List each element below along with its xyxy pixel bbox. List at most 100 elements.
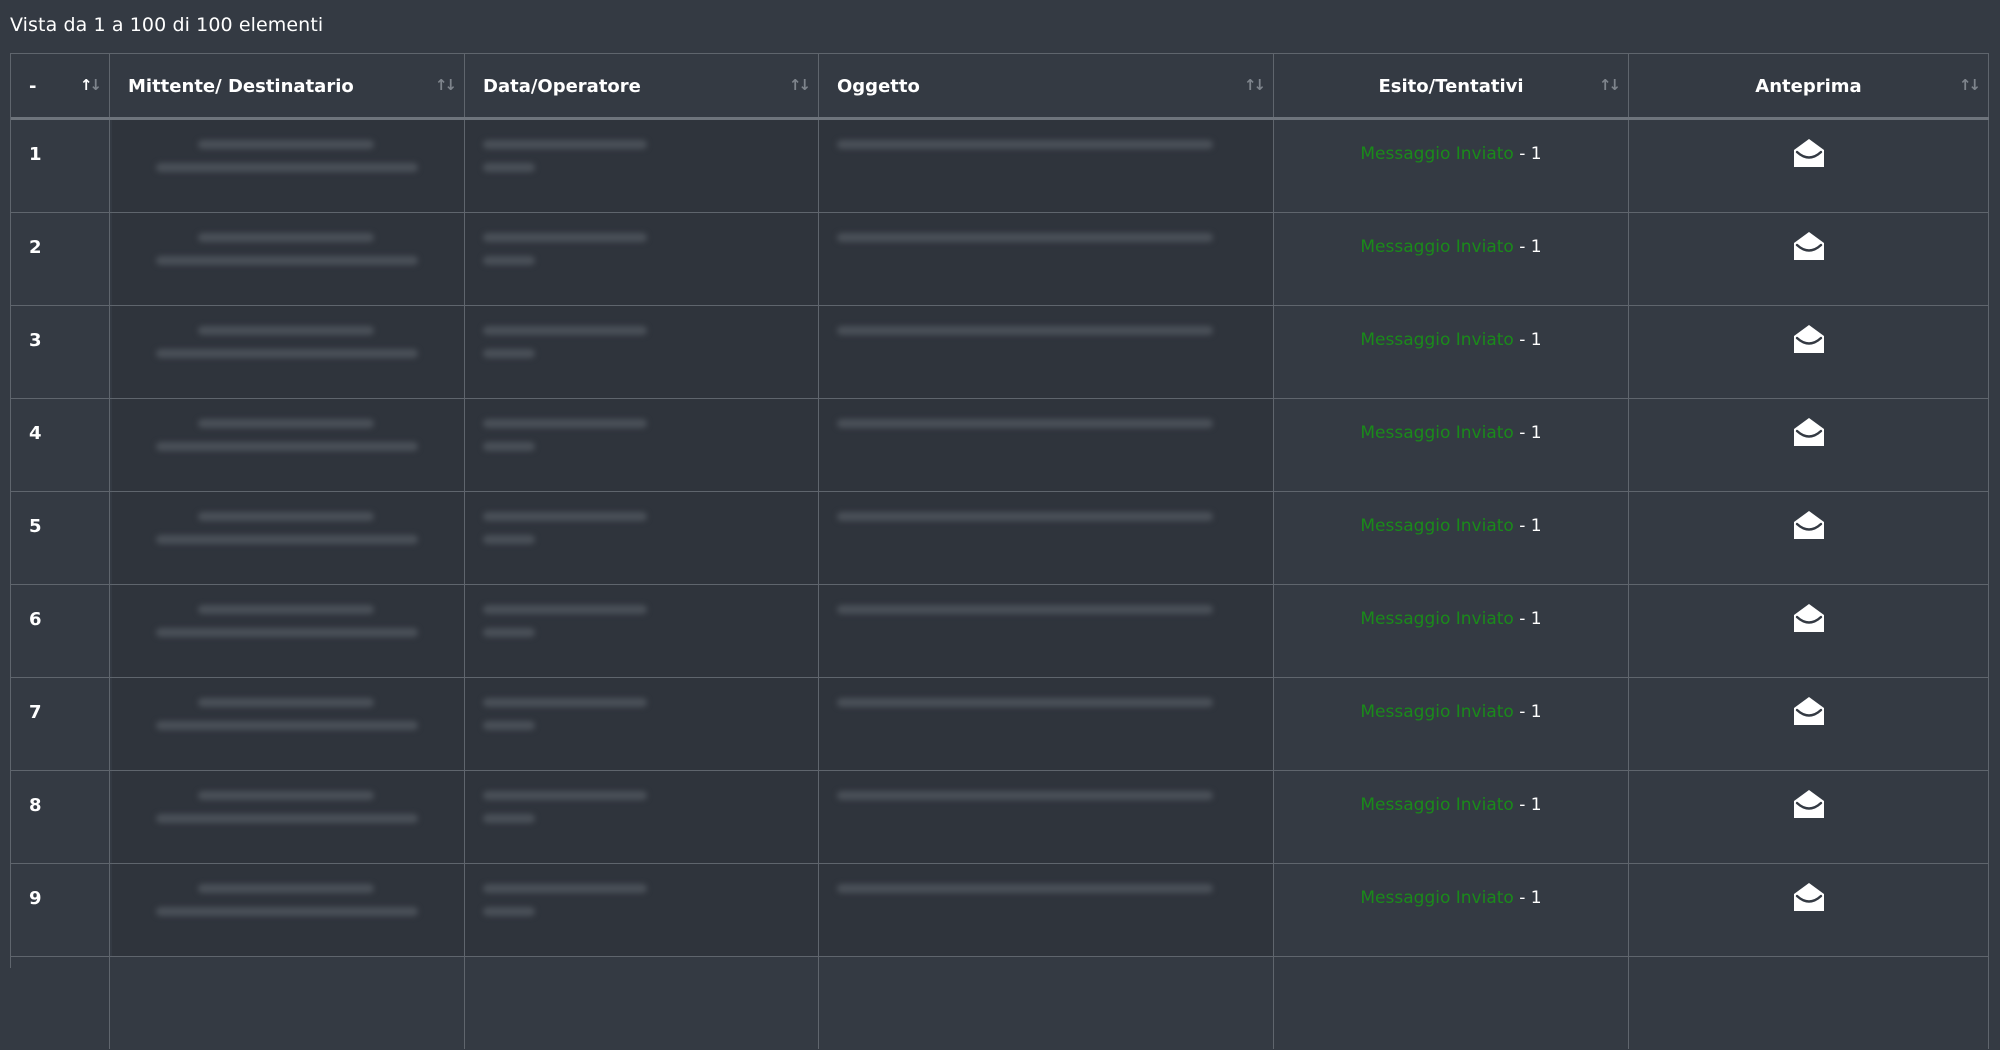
redacted-text — [837, 605, 1213, 614]
column-header-subject[interactable]: Oggetto ↑↓ — [819, 54, 1274, 117]
redacted-area — [819, 492, 1273, 584]
cell-subject-redacted — [819, 306, 1274, 398]
cell-date-redacted — [465, 492, 819, 584]
redacted-text — [483, 698, 647, 707]
sort-arrows-icon[interactable]: ↑↓ — [1959, 76, 1981, 94]
column-header-sender[interactable]: Mittente/ Destinatario ↑↓ — [110, 54, 465, 117]
column-label-date: Data/Operatore — [483, 76, 641, 97]
cell-date-redacted — [465, 678, 819, 770]
table-row[interactable]: 8 Messaggio Inviato - 1 — [11, 771, 1989, 864]
sort-arrows-icon[interactable]: ↑↓ — [435, 76, 457, 94]
cell-index: 3 — [11, 306, 110, 398]
redacted-text — [483, 419, 647, 428]
redacted-text — [837, 140, 1213, 149]
redacted-text — [156, 442, 418, 451]
status-text: Messaggio Inviato - 1 — [1274, 423, 1628, 443]
envelope-open-icon[interactable] — [1792, 601, 1826, 635]
cell-subject-redacted — [819, 399, 1274, 491]
cell-index: 5 — [11, 492, 110, 584]
column-header-index[interactable]: - ↑↓ — [11, 54, 110, 117]
empty-cell — [819, 957, 1274, 1049]
redacted-text — [837, 698, 1213, 707]
status-text: Messaggio Inviato - 1 — [1274, 795, 1628, 815]
column-header-preview[interactable]: Anteprima ↑↓ — [1629, 54, 1989, 117]
cell-preview — [1629, 585, 1989, 677]
redacted-text — [483, 605, 647, 614]
cell-index: 8 — [11, 771, 110, 863]
messages-table: - ↑↓ Mittente/ Destinatario ↑↓ Data/Oper… — [10, 53, 1989, 1049]
sort-arrows-icon[interactable]: ↑↓ — [789, 76, 811, 94]
attempts-count: 1 — [1530, 888, 1542, 908]
envelope-open-icon[interactable] — [1792, 508, 1826, 542]
redacted-text — [198, 791, 374, 800]
status-separator: - — [1513, 888, 1531, 908]
table-row[interactable]: 7 Messaggio Inviato - 1 — [11, 678, 1989, 771]
empty-cell — [1274, 957, 1629, 1049]
attempts-count: 1 — [1530, 609, 1542, 629]
cell-preview — [1629, 213, 1989, 305]
row-number: 1 — [29, 144, 42, 165]
cell-preview — [1629, 120, 1989, 212]
row-number: 6 — [29, 609, 42, 630]
envelope-open-icon[interactable] — [1792, 415, 1826, 449]
table-row — [11, 957, 1989, 1050]
redacted-text — [483, 256, 535, 265]
empty-cell — [110, 957, 465, 1049]
status-label: Messaggio Inviato — [1360, 888, 1514, 908]
sort-arrows-icon[interactable]: ↑↓ — [1244, 76, 1266, 94]
status-text: Messaggio Inviato - 1 — [1274, 330, 1628, 350]
status-separator: - — [1513, 795, 1531, 815]
cell-preview — [1629, 864, 1989, 956]
table-row[interactable]: 6 Messaggio Inviato - 1 — [11, 585, 1989, 678]
cell-date-redacted — [465, 771, 819, 863]
redacted-text — [198, 233, 374, 242]
redacted-area — [819, 864, 1273, 956]
table-row[interactable]: 4 Messaggio Inviato - 1 — [11, 399, 1989, 492]
envelope-open-icon[interactable] — [1792, 136, 1826, 170]
table-row[interactable]: 1 Messaggio Inviato - 1 — [11, 120, 1989, 213]
status-separator: - — [1513, 702, 1531, 722]
envelope-open-icon[interactable] — [1792, 787, 1826, 821]
status-text: Messaggio Inviato - 1 — [1274, 609, 1628, 629]
attempts-count: 1 — [1530, 423, 1542, 443]
cell-status: Messaggio Inviato - 1 — [1274, 678, 1629, 770]
column-label-status: Esito/Tentativi — [1378, 76, 1524, 97]
redacted-text — [837, 884, 1213, 893]
envelope-open-icon[interactable] — [1792, 694, 1826, 728]
redacted-text — [483, 814, 535, 823]
envelope-open-icon[interactable] — [1792, 880, 1826, 914]
table-info: Vista da 1 a 100 di 100 elementi — [10, 14, 324, 36]
cell-sender-redacted — [110, 213, 465, 305]
cell-preview — [1629, 771, 1989, 863]
column-header-status[interactable]: Esito/Tentativi ↑↓ — [1274, 54, 1629, 117]
redacted-area — [819, 678, 1273, 770]
redacted-area — [819, 306, 1273, 398]
sort-arrows-icon[interactable]: ↑↓ — [80, 76, 102, 94]
table-row[interactable]: 2 Messaggio Inviato - 1 — [11, 213, 1989, 306]
table-header: - ↑↓ Mittente/ Destinatario ↑↓ Data/Oper… — [11, 54, 1989, 120]
envelope-open-icon[interactable] — [1792, 322, 1826, 356]
cell-subject-redacted — [819, 492, 1274, 584]
redacted-area — [819, 213, 1273, 305]
status-label: Messaggio Inviato — [1360, 423, 1514, 443]
cell-sender-redacted — [110, 120, 465, 212]
table-row[interactable]: 3 Messaggio Inviato - 1 — [11, 306, 1989, 399]
cell-subject-redacted — [819, 678, 1274, 770]
sort-arrows-icon[interactable]: ↑↓ — [1599, 76, 1621, 94]
cell-date-redacted — [465, 585, 819, 677]
envelope-open-icon[interactable] — [1792, 229, 1826, 263]
redacted-text — [483, 140, 647, 149]
redacted-text — [156, 628, 418, 637]
row-number: 9 — [29, 888, 42, 909]
column-header-date[interactable]: Data/Operatore ↑↓ — [465, 54, 819, 117]
cell-subject-redacted — [819, 864, 1274, 956]
cell-date-redacted — [465, 399, 819, 491]
redacted-text — [156, 349, 418, 358]
table-row[interactable]: 5 Messaggio Inviato - 1 — [11, 492, 1989, 585]
cell-date-redacted — [465, 306, 819, 398]
redacted-text — [483, 628, 535, 637]
redacted-text — [483, 442, 535, 451]
table-row[interactable]: 9 Messaggio Inviato - 1 — [11, 864, 1989, 957]
empty-cell — [1629, 957, 1989, 1049]
cell-status: Messaggio Inviato - 1 — [1274, 864, 1629, 956]
